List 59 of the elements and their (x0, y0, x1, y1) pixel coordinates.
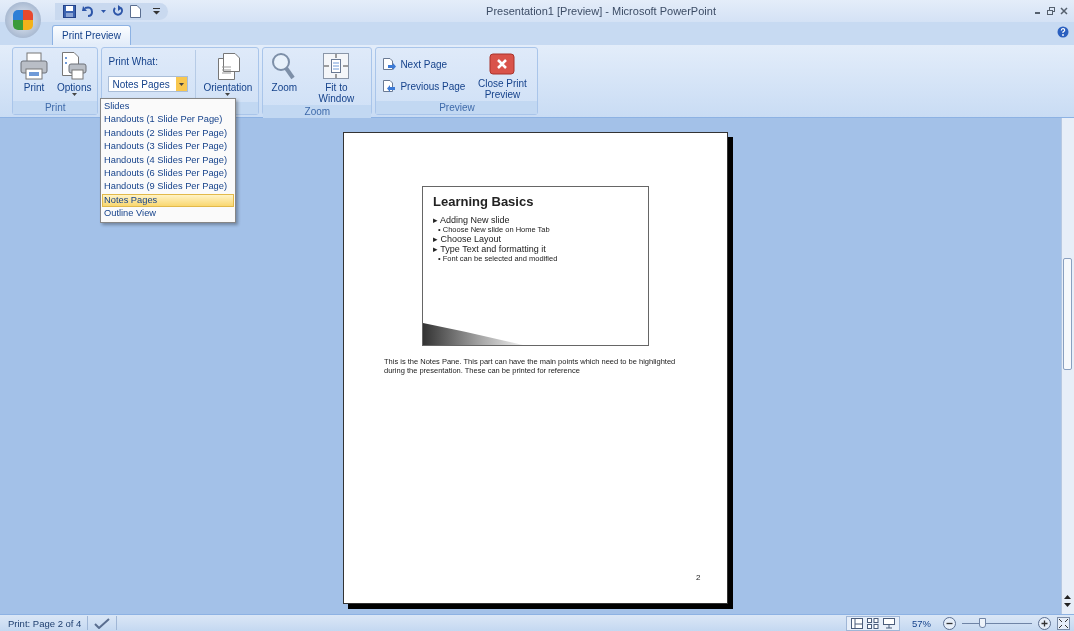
ribbon-button[interactable]: Close Print Preview (470, 50, 535, 101)
page-arrows-icon[interactable] (1064, 594, 1071, 608)
group-label: Print (13, 101, 98, 114)
menu-item[interactable]: Handouts (4 Slides Per Page) (102, 153, 234, 168)
restore-icon[interactable] (1047, 7, 1055, 15)
printer-options-icon (59, 51, 90, 81)
dropdown-arrow-icon (179, 82, 185, 86)
page-arrow-icon (382, 79, 397, 93)
ribbon-button[interactable]: Fit to Window (304, 50, 369, 105)
slide-show-icon[interactable] (883, 617, 895, 629)
fit-to-window-icon (321, 51, 352, 81)
normal-view-icon[interactable] (851, 617, 863, 629)
menu-item[interactable]: Handouts (9 Slides Per Page) (102, 180, 234, 194)
printer-icon (19, 51, 49, 81)
menu-item[interactable]: Handouts (3 Slides Per Page) (102, 140, 234, 154)
slide-bullet: ▸ Adding New slide (433, 215, 511, 225)
ribbon-button[interactable]: Orientation (200, 50, 256, 97)
group-label: Zoom (263, 105, 372, 118)
dropdown-arrow-icon[interactable] (101, 9, 106, 13)
menu-item[interactable]: Slides (102, 100, 234, 114)
zoom-slider-thumb[interactable] (979, 617, 986, 628)
menu-item[interactable]: Handouts (1 Slide Per Page) (102, 113, 234, 127)
new-document-icon[interactable] (130, 4, 141, 18)
close-icon[interactable] (1060, 7, 1068, 15)
slide-bullet: ▸ Choose Layout (433, 234, 503, 244)
menu-item[interactable]: Handouts (6 Slides Per Page) (102, 167, 234, 181)
vertical-scrollbar[interactable] (1061, 118, 1074, 614)
spelling-check-icon[interactable] (94, 617, 111, 629)
slide-sorter-icon[interactable] (867, 617, 879, 629)
ribbon-button[interactable]: Next Page (379, 55, 469, 73)
zoom-percent[interactable]: 57% (912, 617, 931, 629)
window-title: Presentation1 [Preview] - Microsoft PowerPoint (485, 5, 717, 17)
save-icon[interactable] (63, 4, 76, 18)
group-label: Preview (376, 101, 538, 114)
ribbon-button[interactable]: Previous Page (379, 77, 469, 95)
scrollbar-thumb[interactable] (1063, 258, 1072, 370)
menu-item[interactable]: Outline View (102, 207, 234, 221)
menu-item[interactable]: Handouts (2 Slides Per Page) (102, 126, 234, 141)
close-icon (489, 51, 516, 77)
fit-slide-icon[interactable] (1057, 616, 1070, 630)
slide-title: Learning Basics (433, 194, 535, 209)
status-page-text: Print: Page 2 of 4 (7, 617, 82, 629)
ribbon-button[interactable]: Options (54, 50, 95, 97)
zoom-out-icon[interactable] (943, 616, 956, 630)
slide-bullet: ▸ Type Text and formatting it (433, 244, 547, 254)
page-number: 2 (696, 573, 701, 582)
customize-toolbar-icon[interactable] (153, 7, 160, 15)
ribbon-tab[interactable]: Print Preview (52, 25, 131, 45)
office-button[interactable] (5, 2, 41, 38)
page-arrow-icon (382, 57, 397, 71)
zoom-in-icon[interactable] (1038, 616, 1051, 630)
print-what-label: Print What: (108, 56, 159, 67)
undo-icon[interactable] (82, 4, 95, 18)
ribbon-button[interactable]: Print (16, 50, 52, 94)
menu-item[interactable]: Notes Pages (102, 193, 234, 208)
ribbon-button[interactable]: Zoom (266, 50, 303, 94)
redo-icon[interactable] (112, 4, 124, 18)
print-what-dropdown[interactable]: Notes Pages (108, 76, 189, 92)
help-icon[interactable] (1057, 26, 1069, 38)
